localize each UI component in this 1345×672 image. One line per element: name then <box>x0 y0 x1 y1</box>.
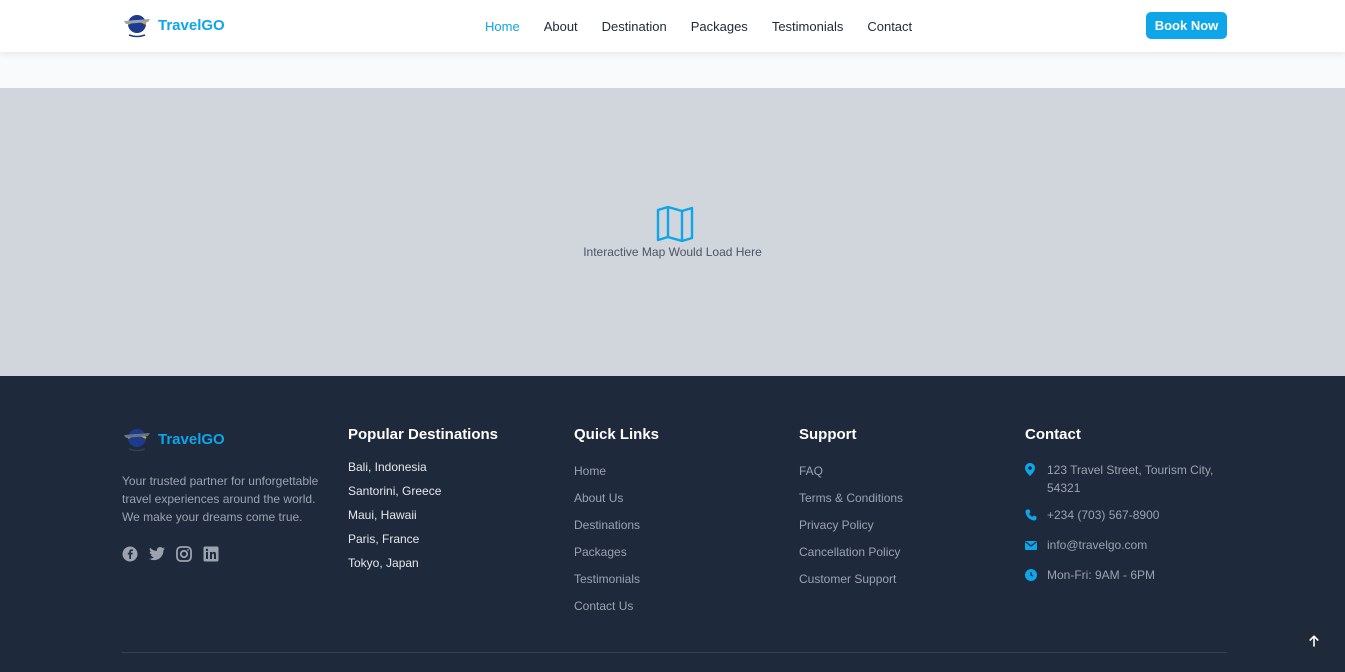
nav-packages[interactable]: Packages <box>691 19 748 34</box>
facebook-icon[interactable] <box>122 546 138 562</box>
address-text: 123 Travel Street, Tourism City, 54321 <box>1047 463 1214 495</box>
phone-text: +234 (703) 567-8900 <box>1047 508 1160 522</box>
arrow-up-icon <box>1309 634 1319 650</box>
hours-text: Mon-Fri: 9AM - 6PM <box>1047 568 1156 582</box>
phone-icon <box>1025 508 1037 526</box>
twitter-icon[interactable] <box>149 546 165 562</box>
footer-link-customer-support[interactable]: Customer Support <box>799 572 896 586</box>
footer-divider <box>122 652 1227 653</box>
globe-plane-logo-icon <box>122 424 152 454</box>
clock-icon <box>1025 568 1037 586</box>
map-icon <box>656 205 694 247</box>
nav-destination[interactable]: Destination <box>602 19 667 34</box>
footer-link-destinations[interactable]: Destinations <box>574 518 640 532</box>
contact-column: Contact 123 Travel Street, Tourism City,… <box>1025 426 1225 586</box>
nav-testimonials[interactable]: Testimonials <box>772 19 844 34</box>
contact-email: info@travelgo.com <box>1025 536 1225 566</box>
destination-item: Bali, Indonesia <box>348 460 427 474</box>
nav-contact[interactable]: Contact <box>867 19 912 34</box>
instagram-icon[interactable] <box>176 546 192 562</box>
book-now-button[interactable]: Book Now <box>1146 12 1227 39</box>
map-placeholder-text: Interactive Map Would Load Here <box>583 245 762 259</box>
footer-link-cancellation[interactable]: Cancellation Policy <box>799 545 900 559</box>
contact-hours: Mon-Fri: 9AM - 6PM <box>1025 566 1225 586</box>
brand-name: TravelGO <box>158 16 225 34</box>
navbar: TravelGO Home About Destination Packages… <box>0 0 1345 52</box>
nav-about[interactable]: About <box>544 19 578 34</box>
quick-links-column: Quick Links Home About Us Destinations P… <box>574 426 659 623</box>
footer-brand-name: TravelGO <box>158 430 225 448</box>
popular-destinations-title: Popular Destinations <box>348 426 499 443</box>
globe-plane-logo-icon <box>122 10 152 40</box>
footer-link-packages[interactable]: Packages <box>574 545 627 559</box>
section-spacer <box>0 52 1345 88</box>
footer-link-terms[interactable]: Terms & Conditions <box>799 491 903 505</box>
footer-link-contact-us[interactable]: Contact Us <box>574 599 633 613</box>
footer-link-home[interactable]: Home <box>574 464 606 478</box>
brand[interactable]: TravelGO <box>122 10 225 40</box>
support-title: Support <box>799 426 857 443</box>
footer-link-about-us[interactable]: About Us <box>574 491 623 505</box>
location-pin-icon <box>1025 463 1037 481</box>
footer-brand[interactable]: TravelGO <box>122 424 225 454</box>
footer: TravelGO Your trusted partner for unforg… <box>0 376 1345 672</box>
contact-phone: +234 (703) 567-8900 <box>1025 506 1225 536</box>
quick-links-title: Quick Links <box>574 426 660 443</box>
popular-destinations-column: Popular Destinations Bali, Indonesia San… <box>348 426 498 577</box>
destination-item: Paris, France <box>348 532 420 546</box>
footer-description: Your trusted partner for unforgettable t… <box>122 474 319 524</box>
main-nav: Home About Destination Packages Testimon… <box>485 0 936 52</box>
email-text[interactable]: info@travelgo.com <box>1047 536 1147 554</box>
support-column: Support FAQ Terms & Conditions Privacy P… <box>799 426 903 596</box>
destination-item: Maui, Hawaii <box>348 508 417 522</box>
destination-item: Tokyo, Japan <box>348 556 419 570</box>
footer-link-testimonials[interactable]: Testimonials <box>574 572 640 586</box>
contact-address: 123 Travel Street, Tourism City, 54321 <box>1025 461 1225 506</box>
footer-link-faq[interactable]: FAQ <box>799 464 823 478</box>
social-links <box>122 546 219 562</box>
envelope-icon <box>1025 538 1037 556</box>
linkedin-icon[interactable] <box>203 546 219 562</box>
destination-item: Santorini, Greece <box>348 484 442 498</box>
footer-link-privacy[interactable]: Privacy Policy <box>799 518 874 532</box>
contact-title: Contact <box>1025 426 1081 443</box>
map-section[interactable]: Interactive Map Would Load Here <box>0 88 1345 376</box>
nav-home[interactable]: Home <box>485 19 520 34</box>
back-to-top-button[interactable] <box>1298 626 1330 658</box>
